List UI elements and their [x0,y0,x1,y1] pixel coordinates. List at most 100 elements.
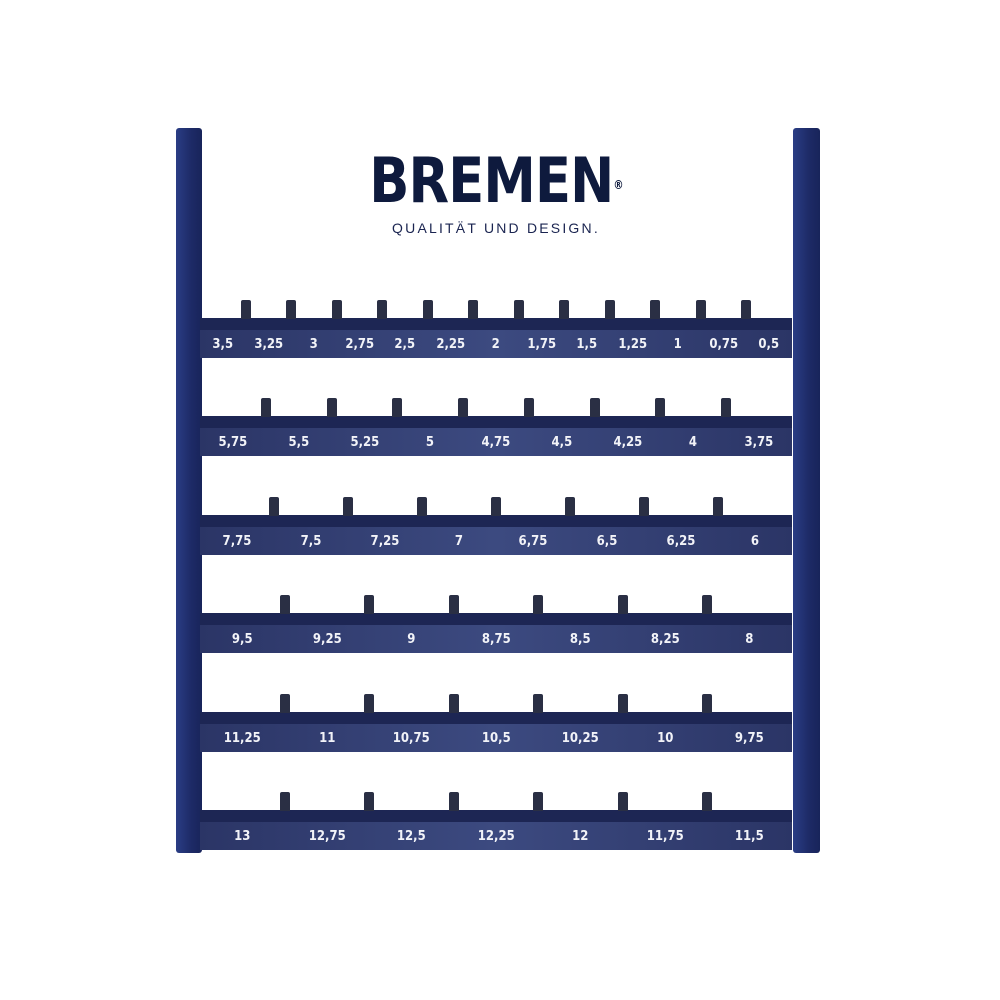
size-label: 7,5 [300,533,322,549]
size-label: 5,5 [288,434,310,450]
size-label-strip: 9,5 9,25 9 8,75 8,5 8,25 8 [200,625,792,653]
size-label-strip: 7,75 7,5 7,25 7 6,75 6,5 6,25 6 [200,527,792,555]
hook-peg [286,300,297,319]
size-label: 9,25 [312,631,342,647]
shelf-row: 7,75 7,5 7,25 7 6,75 6,5 6,25 6 [200,497,792,555]
size-label: 7,25 [370,533,400,549]
hook-peg [377,300,388,319]
size-label: 1,25 [618,336,647,352]
size-label: 2,75 [344,336,374,352]
hook-peg [639,497,649,516]
shelf-bar [200,810,792,822]
size-label: 11,5 [735,828,765,844]
size-label: 13 [234,828,251,844]
size-label: 10 [657,730,674,746]
size-label: 8 [745,631,754,647]
right-frame-post [793,128,820,853]
hook-peg [650,300,661,319]
size-label: 3 [309,336,318,352]
size-label: 8,25 [650,631,680,647]
hook-peg [448,595,459,614]
size-label: 7,75 [222,533,252,549]
shelf-row: 11,25 11 10,75 10,5 10,25 10 9,75 [200,694,792,752]
hook-peg [533,792,544,811]
hook-peg [331,300,342,319]
size-label: 10,75 [392,730,430,746]
size-label: 11,25 [223,730,261,746]
size-label: 4 [689,434,698,450]
hook-peg [364,595,375,614]
brand-name: BREMEN [369,144,614,217]
shelf-bar [200,416,792,428]
hook-peg [533,694,544,713]
size-label: 1,75 [527,336,556,352]
hook-peg [721,398,732,417]
hook-peg [240,300,251,319]
hook-peg [364,694,375,713]
brand-header: BREMEN® QUALITÄT UND DESIGN. [202,128,790,260]
size-label: 6 [750,533,760,549]
hook-peg [468,300,479,319]
size-label: 6,25 [666,533,696,549]
hook-peg [260,398,271,417]
shelf-row: 5,75 5,5 5,25 5 4,75 4,5 4,25 4 3,75 [200,398,792,456]
size-label: 12,25 [477,828,515,844]
size-label: 5,75 [218,434,248,450]
size-label: 11,75 [646,828,684,844]
hook-peg [617,694,628,713]
size-label: 12,75 [308,828,346,844]
hook-peg [326,398,337,417]
hook-peg [702,595,713,614]
brand-tagline: QUALITÄT UND DESIGN. [392,220,600,236]
size-label: 8,5 [570,631,591,647]
shelf-bar [200,318,792,330]
size-label-strip: 13 12,75 12,5 12,25 12 11,75 11,5 [200,822,792,850]
brand-logo: BREMEN® [246,150,746,212]
hook-peg [559,300,570,319]
hook-peg [491,497,501,516]
size-label: 0,75 [709,336,739,352]
size-label: 3,5 [212,336,234,352]
size-label: 8,75 [481,631,511,647]
size-label: 3,25 [253,336,283,352]
size-label-strip: 5,75 5,5 5,25 5 4,75 4,5 4,25 4 3,75 [200,428,792,456]
hook-peg [695,300,706,319]
hook-peg [604,300,615,319]
hook-peg [364,792,375,811]
size-label: 11 [318,730,336,746]
size-label: 10,25 [562,730,600,746]
size-label: 7 [454,533,464,549]
size-label: 1,5 [576,336,598,352]
size-label-strip: 11,25 11 10,75 10,5 10,25 10 9,75 [200,724,792,752]
size-label: 6,75 [518,533,548,549]
shelf-row: 9,5 9,25 9 8,75 8,5 8,25 8 [200,595,792,653]
size-label: 6,5 [596,533,618,549]
hook-peg [269,497,279,516]
size-label: 12 [572,828,589,844]
size-label: 9,5 [231,631,253,647]
hook-peg [279,792,290,811]
hook-peg [417,497,427,516]
size-label: 2,5 [394,336,416,352]
hook-peg [279,694,290,713]
hook-peg [523,398,534,417]
hook-peg [589,398,600,417]
hook-peg [343,497,353,516]
shelf-bar [200,613,792,625]
size-label: 4,75 [481,434,511,450]
registered-mark: ® [613,178,623,192]
left-frame-post [176,128,202,853]
size-label: 4,25 [613,434,643,450]
hook-peg [617,792,628,811]
hook-peg [279,595,290,614]
size-label: 12,5 [397,828,426,844]
hook-peg [392,398,403,417]
size-label: 2,25 [435,336,465,352]
hook-peg [655,398,666,417]
hook-peg [422,300,433,319]
shelf-bar [200,515,792,527]
shelf-row: 3,5 3,25 3 2,75 2,5 2,25 2 1,75 1,5 1,25 1 0,75 0,5 [200,300,792,358]
size-label: 5 [426,434,435,450]
hook-peg [565,497,575,516]
size-label: 9 [407,631,416,647]
